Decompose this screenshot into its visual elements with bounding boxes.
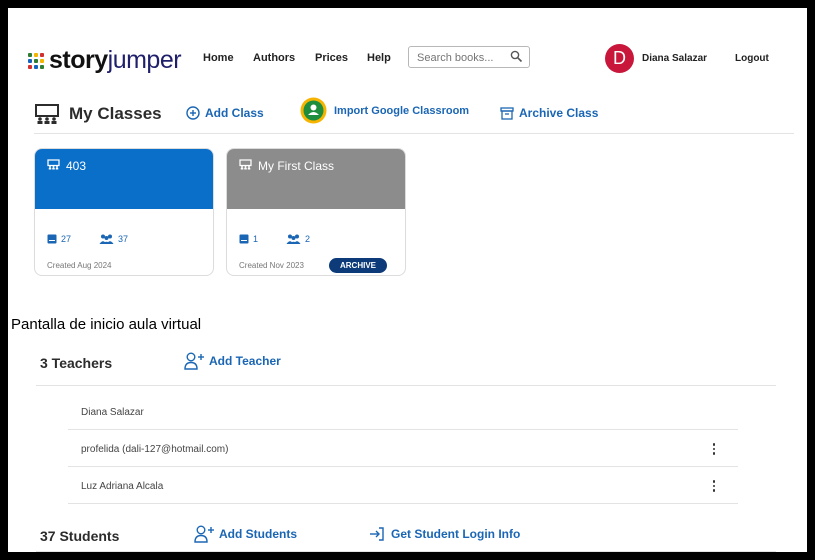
class-name: My First Class (258, 159, 334, 173)
book-icon (47, 234, 57, 244)
add-teacher-button[interactable]: Add Teacher (184, 352, 281, 370)
more-options-icon[interactable] (712, 480, 716, 492)
divider (68, 503, 738, 504)
search-box[interactable] (408, 46, 530, 68)
class-card-my-first-class[interactable]: My First Class 1 2 Created Nov 2023 ARCH… (226, 148, 406, 276)
class-stats: 1 2 (239, 234, 310, 244)
user-name[interactable]: Diana Salazar (642, 53, 707, 64)
add-person-icon (194, 525, 214, 543)
caption-text: Pantalla de inicio aula virtual (11, 316, 202, 333)
created-date: Created Nov 2023 (239, 261, 304, 270)
search-icon[interactable] (510, 50, 523, 63)
add-person-icon (184, 352, 204, 370)
divider (36, 385, 776, 386)
divider (36, 551, 776, 552)
nav-prices[interactable]: Prices (315, 52, 348, 64)
add-class-button[interactable]: Add Class (186, 106, 264, 120)
teacher-row: profelida (dali-127@hotmail.com) (81, 444, 229, 455)
students-count: 37 (99, 234, 128, 244)
nav-home[interactable]: Home (203, 52, 234, 64)
people-icon (286, 234, 301, 244)
nav-authors[interactable]: Authors (253, 52, 295, 64)
user-avatar[interactable]: D (605, 44, 634, 73)
more-options-icon[interactable] (712, 443, 716, 455)
app-frame: storyjumper Home Authors Prices Help D D… (8, 8, 807, 552)
page-title: My Classes (69, 104, 162, 123)
divider (68, 429, 738, 430)
storyjumper-logo[interactable]: storyjumper (28, 46, 182, 75)
divider (68, 466, 738, 467)
books-count: 1 (239, 234, 258, 244)
logo-text: storyjumper (49, 46, 182, 74)
class-card-header: 403 (35, 149, 213, 209)
teacher-row: Luz Adriana Alcala (81, 481, 164, 492)
students-count: 2 (286, 234, 310, 244)
add-students-button[interactable]: Add Students (194, 525, 297, 543)
class-card-403[interactable]: 403 27 37 Created Aug 2024 (34, 148, 214, 276)
teacher-row: Diana Salazar (81, 407, 144, 418)
teachers-title: 3 Teachers (40, 355, 113, 371)
nav-help[interactable]: Help (367, 52, 391, 64)
import-google-classroom-button[interactable]: Import Google Classroom (300, 97, 469, 124)
members-panel: 3 Teachers Add Teacher Diana Salazar pro… (12, 340, 807, 552)
logo-dots-icon (28, 52, 44, 69)
archive-badge-button[interactable]: ARCHIVE (329, 258, 388, 273)
classroom-icon (35, 104, 59, 124)
my-classes-heading: My Classes (34, 104, 162, 124)
divider (34, 133, 794, 134)
google-classroom-icon (300, 97, 327, 124)
login-arrow-icon (370, 527, 384, 541)
people-icon (99, 234, 114, 244)
class-stats: 27 37 (47, 234, 128, 244)
search-input[interactable] (415, 48, 507, 68)
students-title: 37 Students (40, 528, 120, 544)
class-name: 403 (66, 159, 87, 173)
logout-link[interactable]: Logout (735, 53, 769, 64)
get-student-login-info-button[interactable]: Get Student Login Info (369, 527, 520, 541)
books-count: 27 (47, 234, 71, 244)
class-card-header: My First Class (227, 149, 405, 209)
plus-circle-icon (186, 106, 200, 120)
classroom-icon (47, 159, 60, 170)
archive-class-button[interactable]: Archive Class (500, 106, 598, 120)
book-icon (239, 234, 249, 244)
archive-icon (500, 106, 514, 120)
created-date: Created Aug 2024 (47, 261, 112, 270)
classroom-icon (239, 159, 252, 170)
